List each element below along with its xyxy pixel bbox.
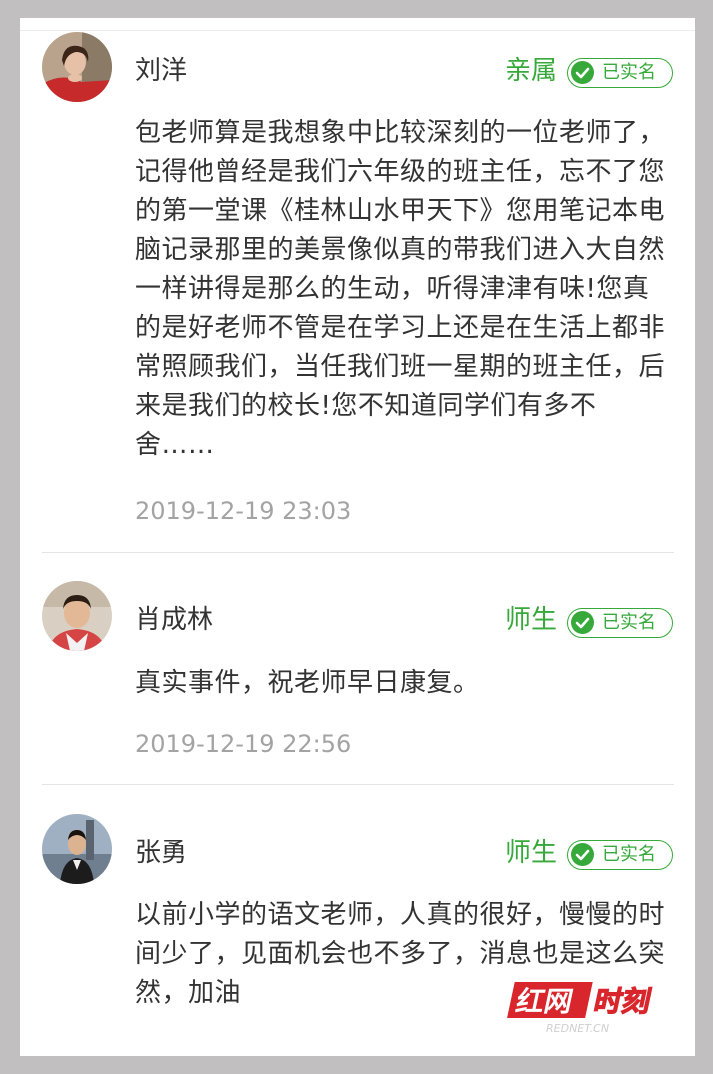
verified-label: 已实名	[602, 844, 656, 865]
comment-divider	[42, 784, 674, 785]
avatar[interactable]	[42, 581, 112, 651]
commenter-name: 刘洋	[135, 56, 188, 86]
comment-timestamp: 2019-12-19 23:03	[135, 497, 352, 525]
check-circle-icon	[571, 61, 594, 84]
check-circle-icon	[571, 611, 594, 634]
rednet-watermark-logo: 红网 时刻 REDNET.CN	[488, 976, 678, 1036]
comment-timestamp: 2019-12-19 22:56	[135, 730, 352, 758]
commenter-name: 肖成林	[135, 605, 214, 635]
svg-text:红网: 红网	[513, 985, 576, 1018]
comment-divider	[42, 552, 674, 553]
avatar[interactable]	[42, 32, 112, 102]
verified-label: 已实名	[602, 612, 656, 633]
svg-text:REDNET.CN: REDNET.CN	[546, 1022, 609, 1035]
verified-label: 已实名	[602, 62, 656, 83]
svg-text:时刻: 时刻	[591, 985, 654, 1018]
relation-label: 师生	[504, 838, 557, 868]
check-circle-icon	[571, 843, 594, 866]
relation-label: 亲属	[504, 56, 557, 86]
comment-text: 包老师算是我想象中比较深刻的一位老师了，记得他曾经是我们六年级的班主任，忘不了您…	[135, 118, 666, 460]
comment-list: 刘洋 亲属 已实名 包老师算是我想象中比较深刻的一位老师了，记得他曾经是我们六年…	[20, 18, 695, 1056]
avatar[interactable]	[42, 814, 112, 884]
verified-badge: 已实名	[567, 58, 673, 88]
relation-label: 师生	[504, 605, 557, 635]
commenter-name: 张勇	[135, 838, 188, 868]
verified-badge: 已实名	[567, 608, 673, 638]
verified-badge: 已实名	[567, 840, 673, 870]
top-divider	[20, 30, 695, 31]
comment-text: 真实事件，祝老师早日康复。	[135, 668, 480, 698]
